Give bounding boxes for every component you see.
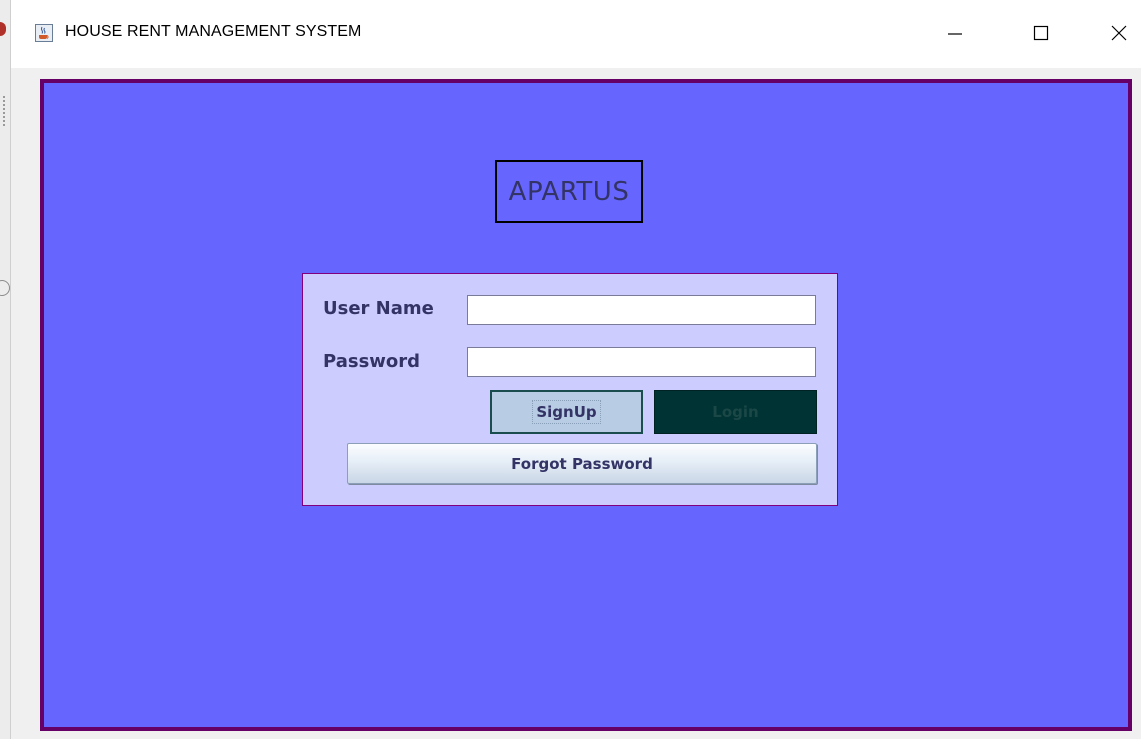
password-label: Password <box>323 351 421 372</box>
title-bar[interactable]: HOUSE RENT MANAGEMENT SYSTEM <box>11 0 1141 68</box>
window-title: HOUSE RENT MANAGEMENT SYSTEM <box>65 23 362 40</box>
minimize-button[interactable] <box>935 16 975 50</box>
background-app-icon <box>0 22 6 36</box>
minimize-icon <box>948 33 962 35</box>
login-button-label: Login <box>712 403 759 421</box>
maximize-icon <box>1033 25 1049 41</box>
login-button[interactable]: Login <box>654 390 817 434</box>
main-content-area: APARTUS User Name Password SignUp Login … <box>40 79 1132 731</box>
java-cup-icon[interactable] <box>35 24 53 42</box>
password-input[interactable] <box>467 347 816 377</box>
app-logo: APARTUS <box>495 160 643 223</box>
username-label: User Name <box>323 298 434 319</box>
username-input[interactable] <box>467 295 816 325</box>
close-icon <box>1111 25 1127 41</box>
forgot-password-button[interactable]: Forgot Password <box>347 443 817 484</box>
signup-button[interactable]: SignUp <box>490 390 643 434</box>
app-window: HOUSE RENT MANAGEMENT SYSTEM APARTUS Use… <box>10 0 1141 739</box>
login-panel: User Name Password SignUp Login Forgot P… <box>302 273 838 506</box>
logo-text: APARTUS <box>508 176 630 207</box>
close-button[interactable] <box>1099 16 1139 50</box>
forgot-password-label: Forgot Password <box>511 454 653 473</box>
background-drag-handle <box>3 96 7 126</box>
background-circle-icon <box>0 280 10 296</box>
signup-button-label: SignUp <box>532 400 601 424</box>
maximize-button[interactable] <box>1021 16 1061 50</box>
